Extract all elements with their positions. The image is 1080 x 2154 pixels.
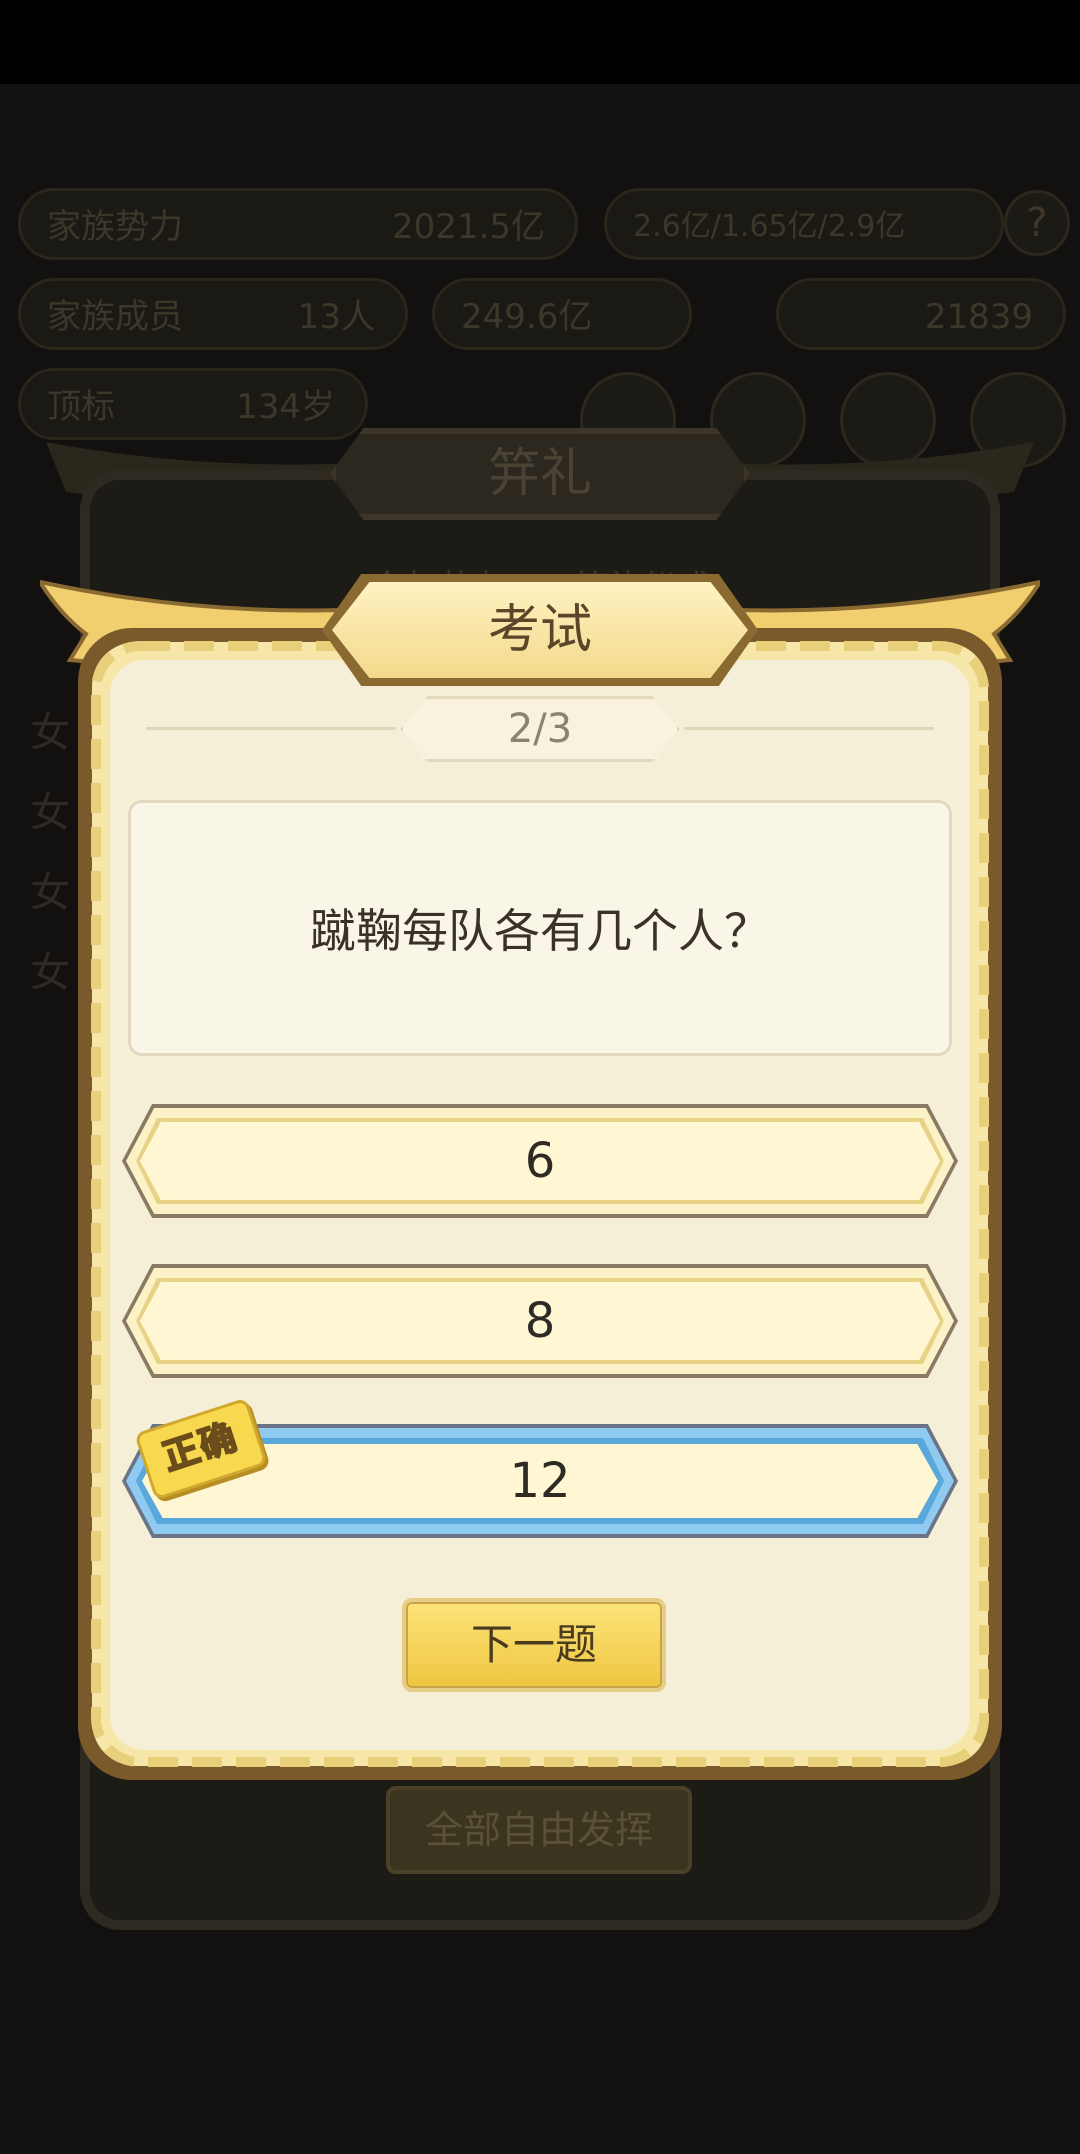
side-text: 女 [30, 870, 70, 916]
help-icon[interactable]: ? [1004, 190, 1070, 256]
age-label: 顶标 [47, 387, 115, 427]
status-bar [0, 0, 1080, 84]
divider-left [146, 727, 396, 730]
gold-value: 21839 [924, 297, 1033, 337]
answer-option-2-label: 8 [524, 1293, 556, 1349]
silver-stat: 249.6亿 [432, 278, 692, 350]
family-members-stat: 家族成员 13人 [18, 278, 408, 350]
side-text: 女 [30, 790, 70, 836]
family-power-stat: 家族势力 2021.5亿 [18, 188, 578, 260]
family-power-value: 2021.5亿 [392, 207, 545, 247]
next-question-button[interactable]: 下一题 [402, 1598, 666, 1692]
answer-option-2[interactable]: 8 [122, 1264, 958, 1378]
resource-stat: 2.6亿/1.65亿/2.9亿 [604, 188, 1004, 260]
gold-stat: 21839 [776, 278, 1066, 350]
age-stat: 顶标 134岁 [18, 368, 368, 440]
silver-value: 249.6亿 [461, 297, 593, 337]
side-text: 女 [30, 950, 70, 996]
answer-option-1-label: 6 [524, 1133, 556, 1189]
question-progress: 2/3 [507, 706, 573, 752]
next-question-label: 下一题 [470, 1620, 597, 1669]
side-text: 女 [30, 710, 70, 756]
family-members-value: 13人 [297, 297, 375, 337]
back-panel-title: 笄礼 [487, 444, 592, 504]
dialog-title: 考试 [487, 600, 592, 660]
resource-value: 2.6亿/1.65亿/2.9亿 [633, 209, 906, 244]
divider-right [684, 727, 934, 730]
question-text: 蹴鞠每队各有几个人？ [310, 904, 770, 958]
answer-option-1[interactable]: 6 [122, 1104, 958, 1218]
question-box: 蹴鞠每队各有几个人？ [128, 800, 952, 1056]
all-free-play-button[interactable]: 全部自由发挥 [386, 1786, 692, 1874]
family-members-label: 家族成员 [47, 297, 183, 337]
family-power-label: 家族势力 [47, 207, 183, 247]
age-value: 134岁 [236, 387, 335, 427]
